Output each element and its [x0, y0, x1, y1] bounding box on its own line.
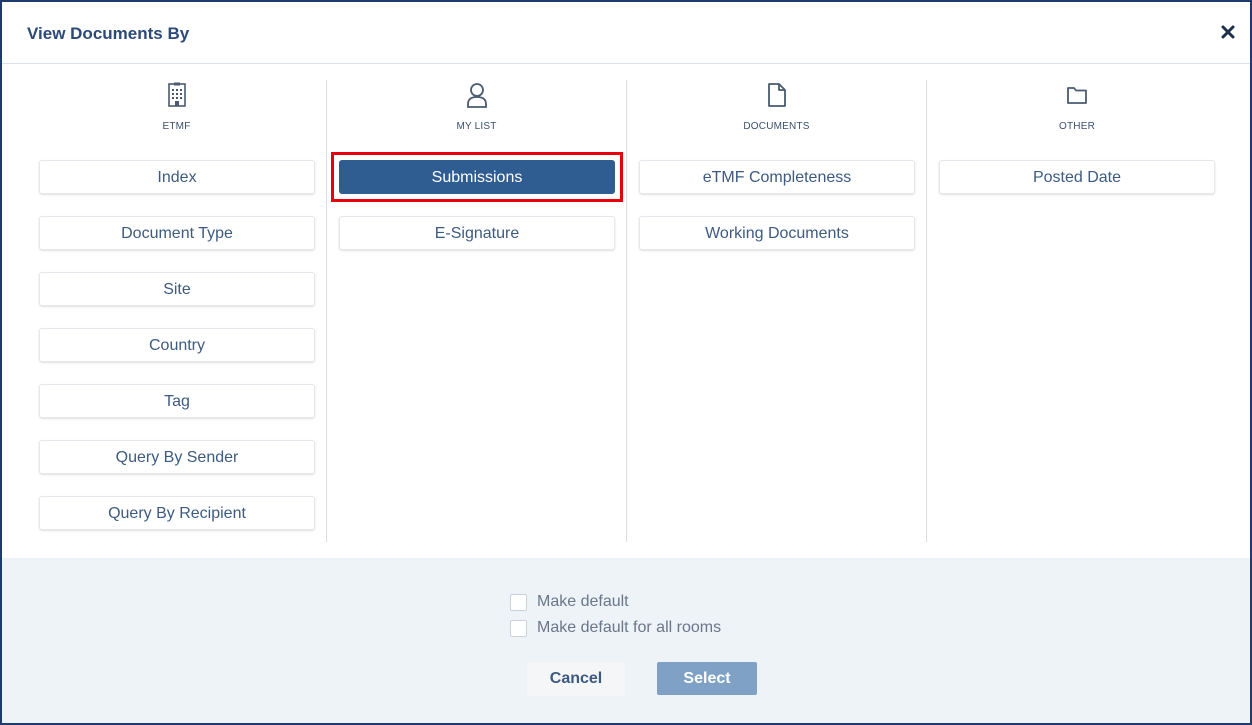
folder-icon [1066, 82, 1088, 108]
column-header: OTHER [927, 80, 1227, 140]
option-query-by-recipient[interactable]: Query By Recipient [39, 496, 315, 530]
column-other: OTHER Posted Date [927, 80, 1227, 542]
option-site[interactable]: Site [39, 272, 315, 306]
column-label: DOCUMENTS [743, 121, 810, 132]
cancel-button[interactable]: Cancel [527, 662, 625, 696]
column-label: OTHER [1059, 121, 1095, 132]
column-my-list: MY LIST Submissions E-Signature [327, 80, 627, 542]
option-document-type[interactable]: Document Type [39, 216, 315, 250]
column-header: ETMF [27, 80, 326, 140]
column-header: MY LIST [327, 80, 626, 140]
dialog-header: View Documents By [2, 2, 1250, 64]
column-documents: DOCUMENTS eTMF Completeness Working Docu… [627, 80, 927, 542]
make-default-checkbox-row[interactable]: Make default [510, 591, 629, 613]
select-button[interactable]: Select [657, 662, 757, 695]
close-icon[interactable] [1220, 24, 1236, 40]
user-icon [466, 82, 488, 108]
option-submissions[interactable]: Submissions [339, 160, 615, 194]
document-icon [766, 82, 788, 108]
column-label: MY LIST [456, 121, 497, 132]
dialog-footer: Make default Make default for all rooms … [2, 558, 1250, 723]
option-tag[interactable]: Tag [39, 384, 315, 418]
view-options-columns: ETMF Index Document Type Site Country Ta… [2, 64, 1250, 558]
make-default-checkbox[interactable] [510, 593, 527, 611]
option-working-documents[interactable]: Working Documents [639, 216, 915, 250]
column-etmf: ETMF Index Document Type Site Country Ta… [27, 80, 327, 542]
building-icon [166, 82, 188, 108]
option-index[interactable]: Index [39, 160, 315, 194]
column-header: DOCUMENTS [627, 80, 926, 140]
column-label: ETMF [162, 121, 191, 132]
make-default-all-rooms-label: Make default for all rooms [537, 619, 722, 636]
make-default-label: Make default [537, 593, 629, 610]
option-posted-date[interactable]: Posted Date [939, 160, 1215, 194]
dialog-title: View Documents By [27, 24, 190, 43]
option-country[interactable]: Country [39, 328, 315, 362]
view-documents-dialog: View Documents By ETMF Index Document Ty… [0, 0, 1252, 725]
make-default-all-rooms-checkbox[interactable] [510, 619, 527, 637]
option-query-by-sender[interactable]: Query By Sender [39, 440, 315, 474]
option-e-signature[interactable]: E-Signature [339, 216, 615, 250]
option-etmf-completeness[interactable]: eTMF Completeness [639, 160, 915, 194]
make-default-all-rooms-checkbox-row[interactable]: Make default for all rooms [510, 617, 721, 639]
